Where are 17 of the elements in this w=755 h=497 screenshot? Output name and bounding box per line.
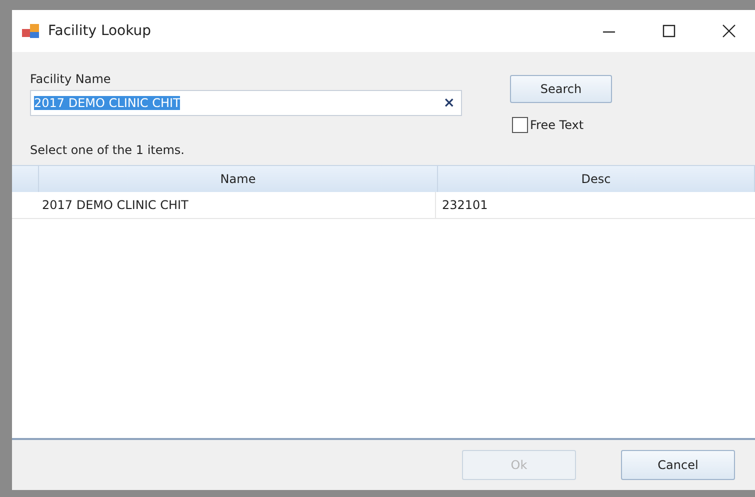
- prompt-text: Select one of the 1 items.: [30, 143, 186, 157]
- cancel-button[interactable]: Cancel: [621, 450, 735, 480]
- column-header[interactable]: Name: [39, 166, 438, 192]
- facility-name-field[interactable]: 2017 DEMO CLINIC CHIT ×: [30, 90, 462, 116]
- table-cell: 2017 DEMO CLINIC CHIT: [12, 192, 436, 218]
- field-label: Facility Name: [30, 72, 112, 86]
- app-icon: [22, 23, 40, 39]
- search-button[interactable]: Search: [510, 75, 612, 103]
- close-icon[interactable]: [722, 24, 736, 38]
- clear-icon[interactable]: ×: [443, 95, 455, 111]
- column-header[interactable]: Desc: [438, 166, 755, 192]
- checkbox-label: Free Text: [530, 118, 584, 132]
- maximize-icon[interactable]: [662, 24, 676, 38]
- table-cell-text: 232101: [441, 197, 489, 214]
- window-title: Facility Lookup: [48, 23, 152, 39]
- table-row[interactable]: 2017 DEMO CLINIC CHIT 232101: [12, 192, 755, 219]
- free-text-checkbox[interactable]: [512, 117, 528, 133]
